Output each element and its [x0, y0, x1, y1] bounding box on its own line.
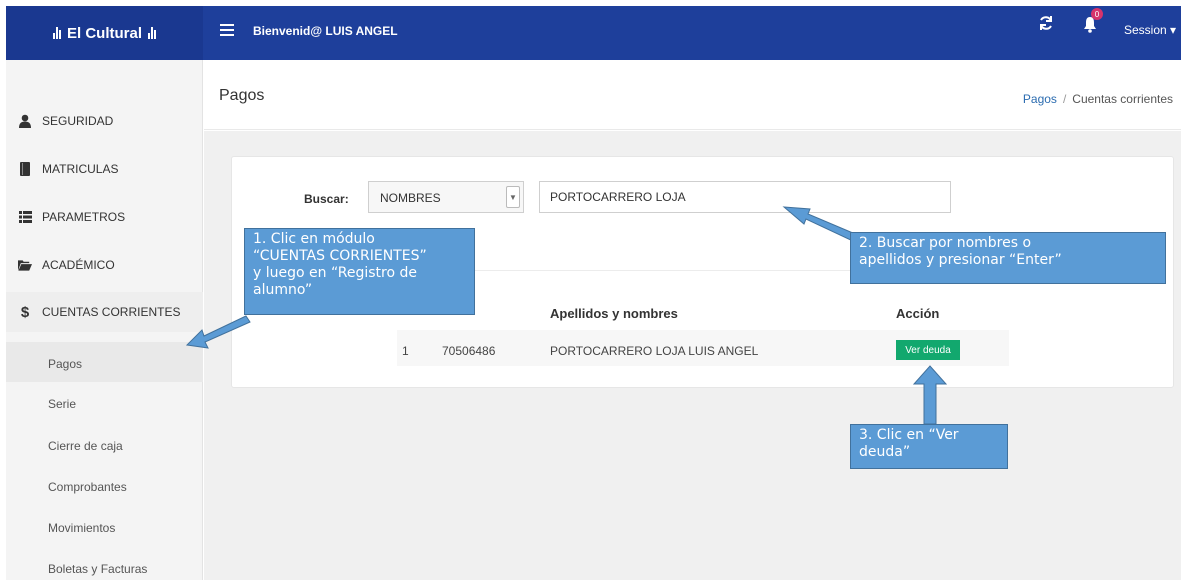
- sidebar-item-label: MATRICULAS: [42, 162, 119, 176]
- callout-line: alumno”: [253, 282, 313, 298]
- callout-line: apellidos y presionar “Enter”: [859, 252, 1062, 268]
- row-code: 70506486: [442, 344, 496, 358]
- refresh-icon[interactable]: [1038, 15, 1054, 31]
- row-index: 1: [402, 344, 409, 358]
- book-icon: [18, 162, 32, 176]
- search-type-value: NOMBRES: [380, 191, 441, 205]
- sidebar-subitem-active-bg: [6, 342, 203, 382]
- folder-open-icon: [18, 258, 32, 272]
- notification-badge: 0: [1091, 8, 1103, 20]
- callout-line: “CUENTAS CORRIENTES”: [253, 248, 427, 264]
- bar-chart-icon: [148, 27, 156, 39]
- hamburger-menu-icon[interactable]: [220, 24, 234, 36]
- chevron-down-icon: ▼: [506, 186, 520, 208]
- row-name: PORTOCARRERO LOJA LUIS ANGEL: [550, 344, 759, 358]
- sidebar-item-academico[interactable]: ACADÉMICO: [6, 248, 203, 282]
- sidebar-item-cuentas-corrientes[interactable]: $ CUENTAS CORRIENTES: [6, 292, 203, 332]
- sidebar-item-matriculas[interactable]: MATRICULAS: [6, 152, 203, 186]
- sidebar: SEGURIDAD MATRICULAS PARAMETROS ACADÉMIC…: [6, 60, 203, 580]
- sidebar-item-label: ACADÉMICO: [42, 258, 115, 272]
- bar-chart-icon: [52, 27, 61, 39]
- page-title: Pagos: [219, 87, 265, 104]
- ver-deuda-button[interactable]: Ver deuda: [896, 340, 960, 360]
- sidebar-item-seguridad[interactable]: SEGURIDAD: [6, 104, 203, 138]
- breadcrumb-current: Cuentas corrientes: [1072, 92, 1173, 106]
- callout-line: 2. Buscar por nombres o: [859, 235, 1032, 251]
- list-icon: [18, 210, 32, 224]
- column-header-name: Apellidos y nombres: [550, 306, 678, 321]
- dollar-icon: $: [20, 303, 30, 321]
- sidebar-item-label: CUENTAS CORRIENTES: [42, 305, 181, 319]
- callout-line: 3. Clic en “Ver: [859, 427, 959, 443]
- sidebar-subitem-comprobantes[interactable]: Comprobantes: [48, 480, 127, 494]
- callout-line: y luego en “Registro de: [253, 265, 418, 281]
- callout-step-3: 3. Clic en “Ver deuda”: [850, 424, 1008, 469]
- callout-step-2: 2. Buscar por nombres o apellidos y pres…: [850, 232, 1166, 284]
- callout-step-1: 1. Clic en módulo “CUENTAS CORRIENTES” y…: [244, 228, 475, 315]
- search-input[interactable]: [539, 181, 951, 213]
- brand-logo[interactable]: El Cultural: [6, 6, 203, 60]
- content-header: Pagos Pagos / Cuentas corrientes: [204, 60, 1181, 130]
- session-menu[interactable]: Session ▾: [1124, 23, 1176, 37]
- sidebar-item-label: PARAMETROS: [42, 210, 126, 224]
- brand-name: El Cultural: [66, 24, 142, 42]
- search-type-select[interactable]: NOMBRES ▼: [368, 181, 524, 213]
- user-icon: [18, 114, 32, 128]
- sidebar-subitem-boletas-y-facturas[interactable]: Boletas y Facturas: [48, 562, 147, 576]
- search-label: Buscar:: [304, 192, 349, 206]
- sidebar-item-parametros[interactable]: PARAMETROS: [6, 200, 203, 234]
- top-navbar: El Cultural Bienvenid@ LUIS ANGEL 0 Sess…: [6, 6, 1181, 60]
- column-header-action: Acción: [896, 306, 940, 321]
- sidebar-subitem-pagos[interactable]: Pagos: [48, 357, 82, 371]
- callout-line: 1. Clic en módulo: [253, 231, 375, 247]
- breadcrumb-link-pagos[interactable]: Pagos: [1023, 92, 1057, 106]
- welcome-text: Bienvenid@ LUIS ANGEL: [253, 24, 398, 38]
- breadcrumb: Pagos / Cuentas corrientes: [1023, 92, 1173, 106]
- sidebar-subitem-cierre-de-caja[interactable]: Cierre de caja: [48, 439, 123, 453]
- callout-line: deuda”: [859, 444, 911, 460]
- breadcrumb-separator: /: [1062, 92, 1067, 106]
- sidebar-subitem-movimientos[interactable]: Movimientos: [48, 521, 115, 535]
- sidebar-item-label: SEGURIDAD: [42, 114, 114, 128]
- sidebar-subitem-serie[interactable]: Serie: [48, 397, 76, 411]
